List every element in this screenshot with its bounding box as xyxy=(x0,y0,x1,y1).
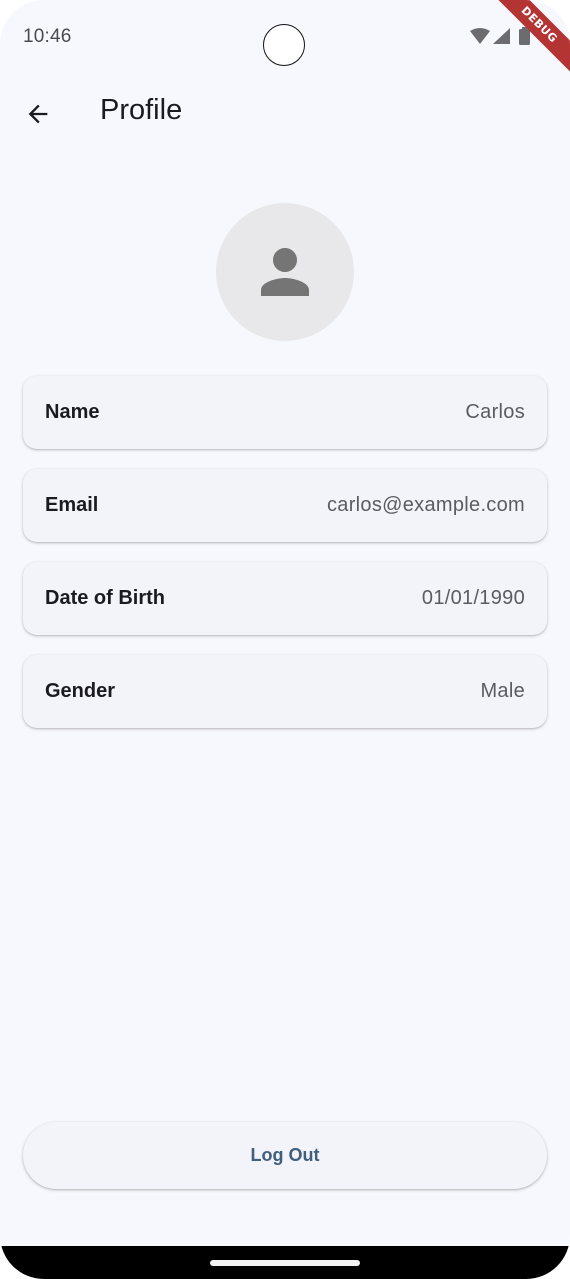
email-label: Email xyxy=(45,494,99,516)
phone-screen: 10:46 DEBUG Profile Name Carlos Email ca… xyxy=(0,0,570,1279)
email-value: carlos@example.com xyxy=(327,494,525,516)
arrow-back-icon xyxy=(28,104,48,124)
date-of-birth-card: Date of Birth 01/01/1990 xyxy=(23,562,547,635)
date-of-birth-label: Date of Birth xyxy=(45,587,165,609)
wifi-icon xyxy=(470,28,490,44)
name-card: Name Carlos xyxy=(23,376,547,449)
gender-card: Gender Male xyxy=(23,655,547,728)
system-navigation-bar xyxy=(0,1246,570,1279)
gender-value: Male xyxy=(480,680,525,702)
date-of-birth-value: 01/01/1990 xyxy=(421,587,525,609)
gender-label: Gender xyxy=(45,680,116,702)
name-value: Carlos xyxy=(465,401,525,423)
home-indicator[interactable] xyxy=(210,1260,360,1266)
page-title: Profile xyxy=(100,94,183,126)
status-time: 10:46 xyxy=(23,26,72,47)
back-button[interactable] xyxy=(14,90,62,138)
app-bar: Profile xyxy=(0,82,570,146)
name-label: Name xyxy=(45,401,100,423)
status-bar: 10:46 xyxy=(0,0,570,74)
person-icon xyxy=(261,248,309,296)
avatar xyxy=(216,203,354,341)
front-camera-cutout xyxy=(263,24,305,66)
email-card: Email carlos@example.com xyxy=(23,469,547,542)
profile-info-list: Name Carlos Email carlos@example.com Dat… xyxy=(23,376,547,748)
cellular-signal-icon xyxy=(493,28,510,44)
logout-button[interactable]: Log Out xyxy=(23,1122,547,1189)
